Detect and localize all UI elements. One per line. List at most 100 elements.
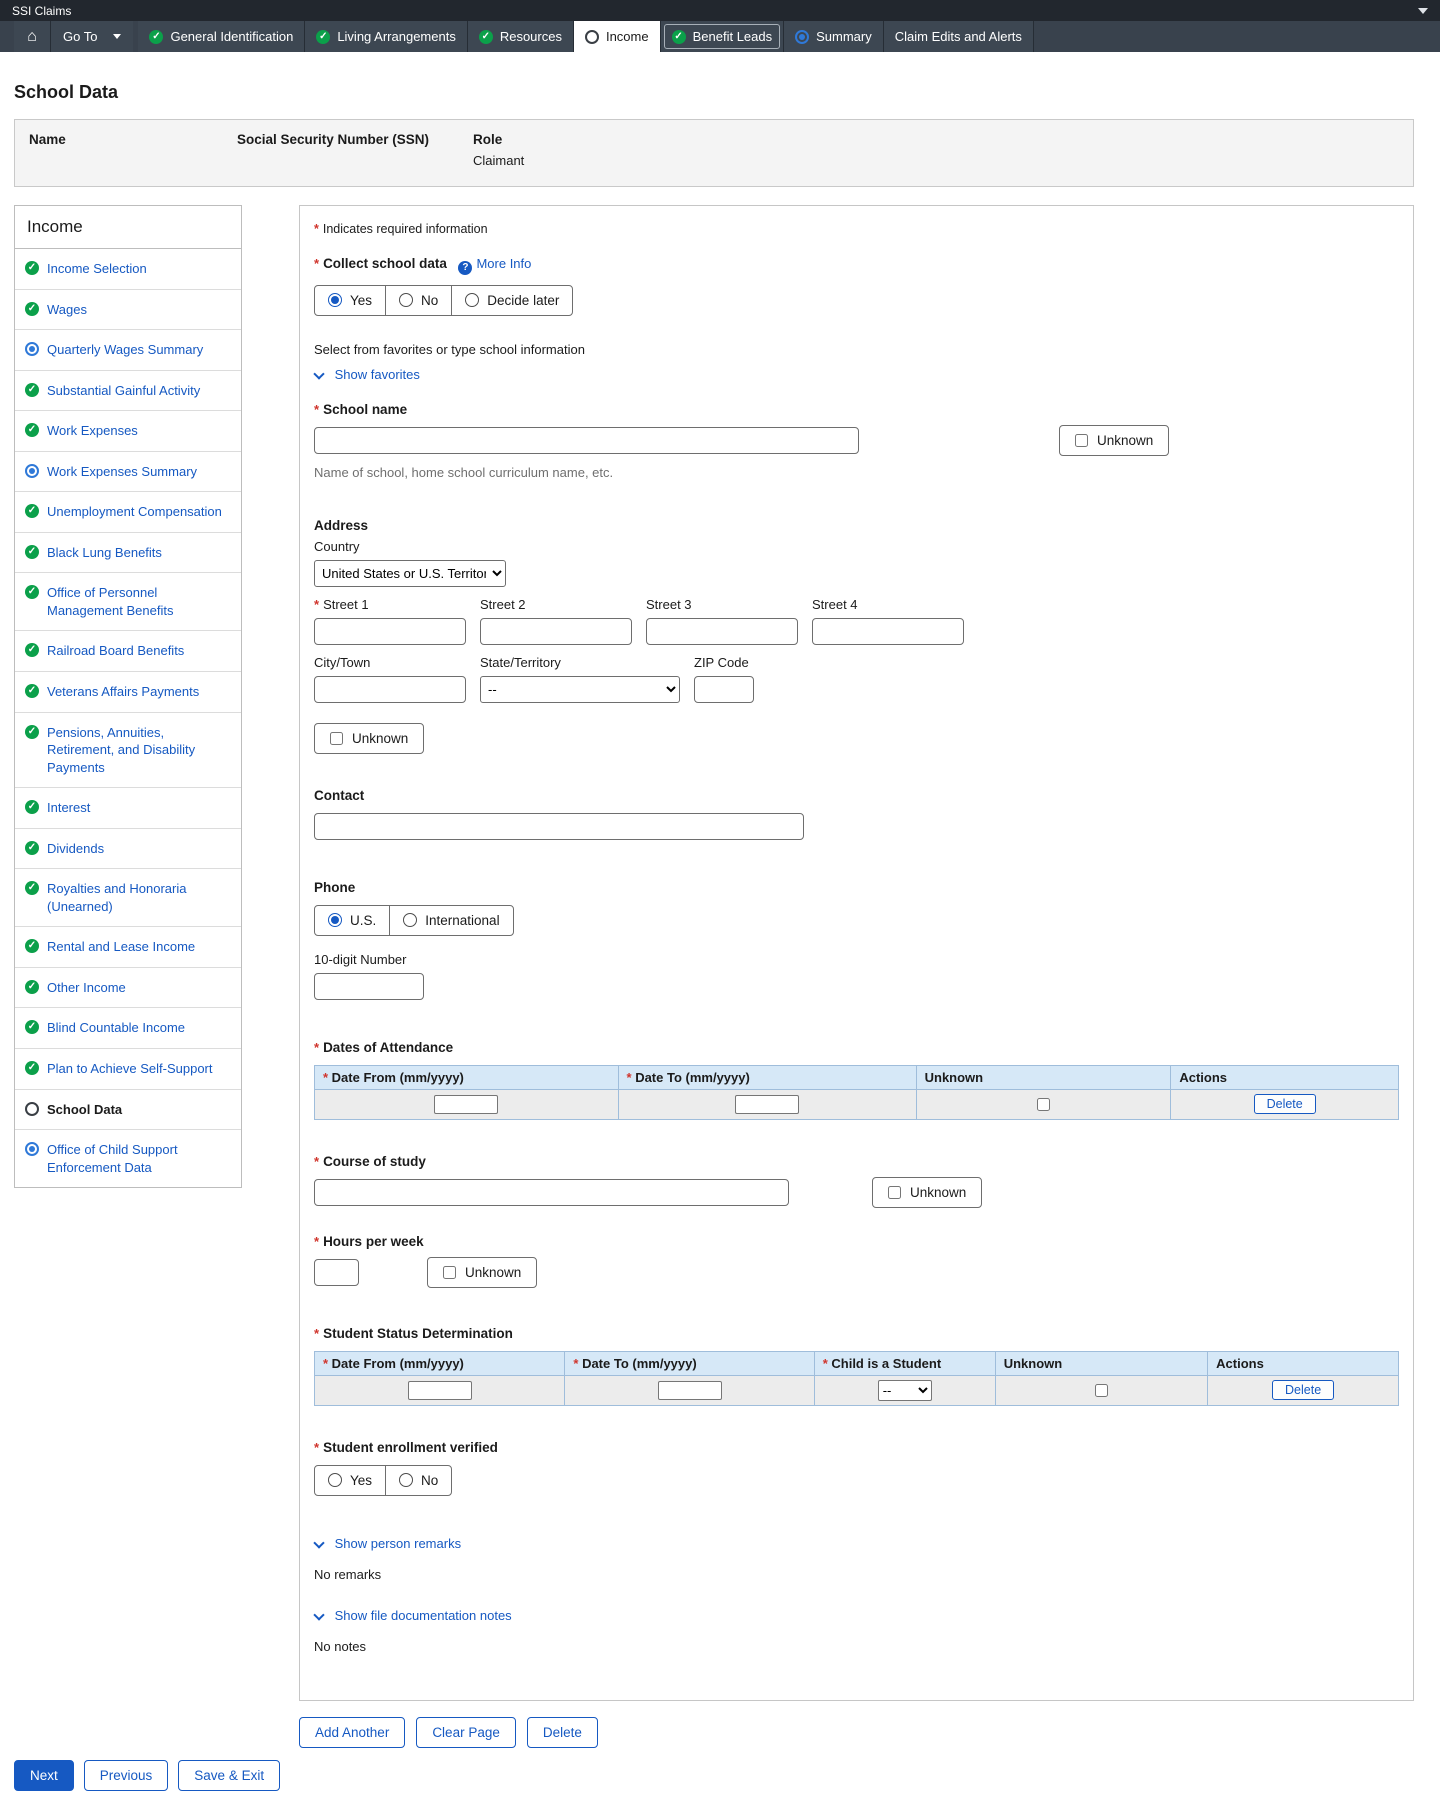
sidebar-item[interactable]: Pensions, Annuities, Retirement, and Dis… [15,713,241,789]
city-field: City/Town [314,655,466,703]
show-file-notes-toggle[interactable]: Show file documentation notes [314,1608,1399,1623]
contact-input[interactable] [314,813,804,840]
sidebar-item[interactable]: Office of Personnel Management Benefits [15,573,241,631]
attendance-unknown-checkbox[interactable] [1037,1098,1050,1111]
tab-status-icon [795,30,809,44]
attendance-delete-button[interactable]: Delete [1254,1094,1316,1114]
delete-button[interactable]: Delete [527,1717,598,1748]
radio-option[interactable]: International [390,906,512,935]
address-unknown[interactable]: Unknown [314,723,424,754]
nav-tab[interactable]: Income [574,21,661,52]
radio-option[interactable]: Yes [315,1466,386,1495]
status-date-to-input[interactable] [658,1381,722,1400]
status-date-from-input[interactable] [408,1381,472,1400]
item-status-icon [25,423,39,437]
next-button[interactable]: Next [14,1760,74,1791]
nav-tab[interactable]: Resources [468,21,574,52]
goto-dropdown[interactable]: Go To [51,21,138,52]
status-delete-button[interactable]: Delete [1272,1380,1334,1400]
street3-input[interactable] [646,618,798,645]
sidebar-item[interactable]: Interest [15,788,241,829]
nav-tab[interactable]: Living Arrangements [305,21,468,52]
unknown-checkbox[interactable] [888,1186,901,1199]
unknown-checkbox[interactable] [330,732,343,745]
more-info-link[interactable]: ?More Info [458,256,531,271]
attendance-date-from-input[interactable] [434,1095,498,1114]
state-field: State/Territory -- [480,655,680,703]
street1-input[interactable] [314,618,466,645]
course-unknown[interactable]: Unknown [872,1177,982,1208]
street4-field: Street 4 [812,597,964,645]
sidebar-item[interactable]: Wages [15,290,241,331]
street2-label: Street 2 [480,597,632,612]
save-exit-button[interactable]: Save & Exit [178,1760,280,1791]
home-button[interactable]: ⌂ [14,21,51,52]
course-input[interactable] [314,1179,789,1206]
sidebar-item[interactable]: School Data [15,1090,241,1131]
role-label: Role [473,132,524,147]
zip-input[interactable] [694,676,754,703]
sidebar-item[interactable]: Quarterly Wages Summary [15,330,241,371]
sidebar-item-label: Work Expenses [47,422,138,440]
street2-input[interactable] [480,618,632,645]
sidebar-item[interactable]: Royalties and Honoraria (Unearned) [15,869,241,927]
show-favorites-toggle[interactable]: Show favorites [314,367,1399,382]
sidebar-item[interactable]: Blind Countable Income [15,1008,241,1049]
radio-option-label: No [421,293,438,308]
radio-option[interactable]: No [386,286,452,315]
sidebar-item[interactable]: Work Expenses Summary [15,452,241,493]
nav-tab[interactable]: Summary [784,21,884,52]
sidebar-item[interactable]: Veterans Affairs Payments [15,672,241,713]
country-select[interactable]: United States or U.S. Territory [314,560,506,587]
status-unknown-checkbox[interactable] [1095,1384,1108,1397]
street3-field: Street 3 [646,597,798,645]
state-label: State/Territory [480,655,680,670]
sidebar-item-label: Dividends [47,840,104,858]
sidebar-item-label: Blind Countable Income [47,1019,185,1037]
unknown-checkbox[interactable] [1075,434,1088,447]
sidebar-item[interactable]: Unemployment Compensation [15,492,241,533]
sidebar-item[interactable]: Railroad Board Benefits [15,631,241,672]
sidebar-item[interactable]: Plan to Achieve Self-Support [15,1049,241,1090]
attendance-date-to-input[interactable] [735,1095,799,1114]
sidebar-item[interactable]: Work Expenses [15,411,241,452]
radio-icon [328,1473,342,1487]
nav-tab-label: Resources [500,29,562,44]
sidebar-item-label: Black Lung Benefits [47,544,162,562]
radio-option[interactable]: No [386,1466,451,1495]
sidebar-item[interactable]: Rental and Lease Income [15,927,241,968]
add-another-button[interactable]: Add Another [299,1717,405,1748]
sidebar-item[interactable]: Other Income [15,968,241,1009]
hours-unknown[interactable]: Unknown [427,1257,537,1288]
state-select[interactable]: -- [480,676,680,703]
sidebar-item[interactable]: Substantial Gainful Activity [15,371,241,412]
street4-input[interactable] [812,618,964,645]
school-name-unknown[interactable]: Unknown [1059,425,1169,456]
unknown-checkbox[interactable] [443,1266,456,1279]
titlebar-caret-icon[interactable] [1418,8,1428,14]
sidebar-item-label: Substantial Gainful Activity [47,382,200,400]
previous-button[interactable]: Previous [84,1760,169,1791]
column-header: Date From (mm/yyyy) [315,1351,565,1375]
child-is-student-select[interactable]: -- [878,1380,932,1401]
nav-tab[interactable]: General Identification [138,21,305,52]
nav-tab[interactable]: Benefit Leads [661,21,785,52]
chevron-down-icon [313,368,324,379]
sidebar-item[interactable]: Income Selection [15,249,241,290]
hours-input[interactable] [314,1259,359,1286]
phone-number-input[interactable] [314,973,424,1000]
nav-tab[interactable]: Claim Edits and Alerts [884,21,1034,52]
sidebar-item[interactable]: Office of Child Support Enforcement Data [15,1130,241,1187]
app-title: SSI Claims [12,4,71,18]
radio-option[interactable]: Yes [315,286,386,315]
chevron-down-icon [313,1537,324,1548]
show-person-remarks-toggle[interactable]: Show person remarks [314,1536,1399,1551]
radio-option[interactable]: U.S. [315,906,390,935]
radio-option[interactable]: Decide later [452,286,572,315]
city-input[interactable] [314,676,466,703]
sidebar-item[interactable]: Dividends [15,829,241,870]
clear-page-button[interactable]: Clear Page [416,1717,516,1748]
sidebar-item[interactable]: Black Lung Benefits [15,533,241,574]
item-status-icon [25,1102,39,1116]
school-name-input[interactable] [314,427,859,454]
